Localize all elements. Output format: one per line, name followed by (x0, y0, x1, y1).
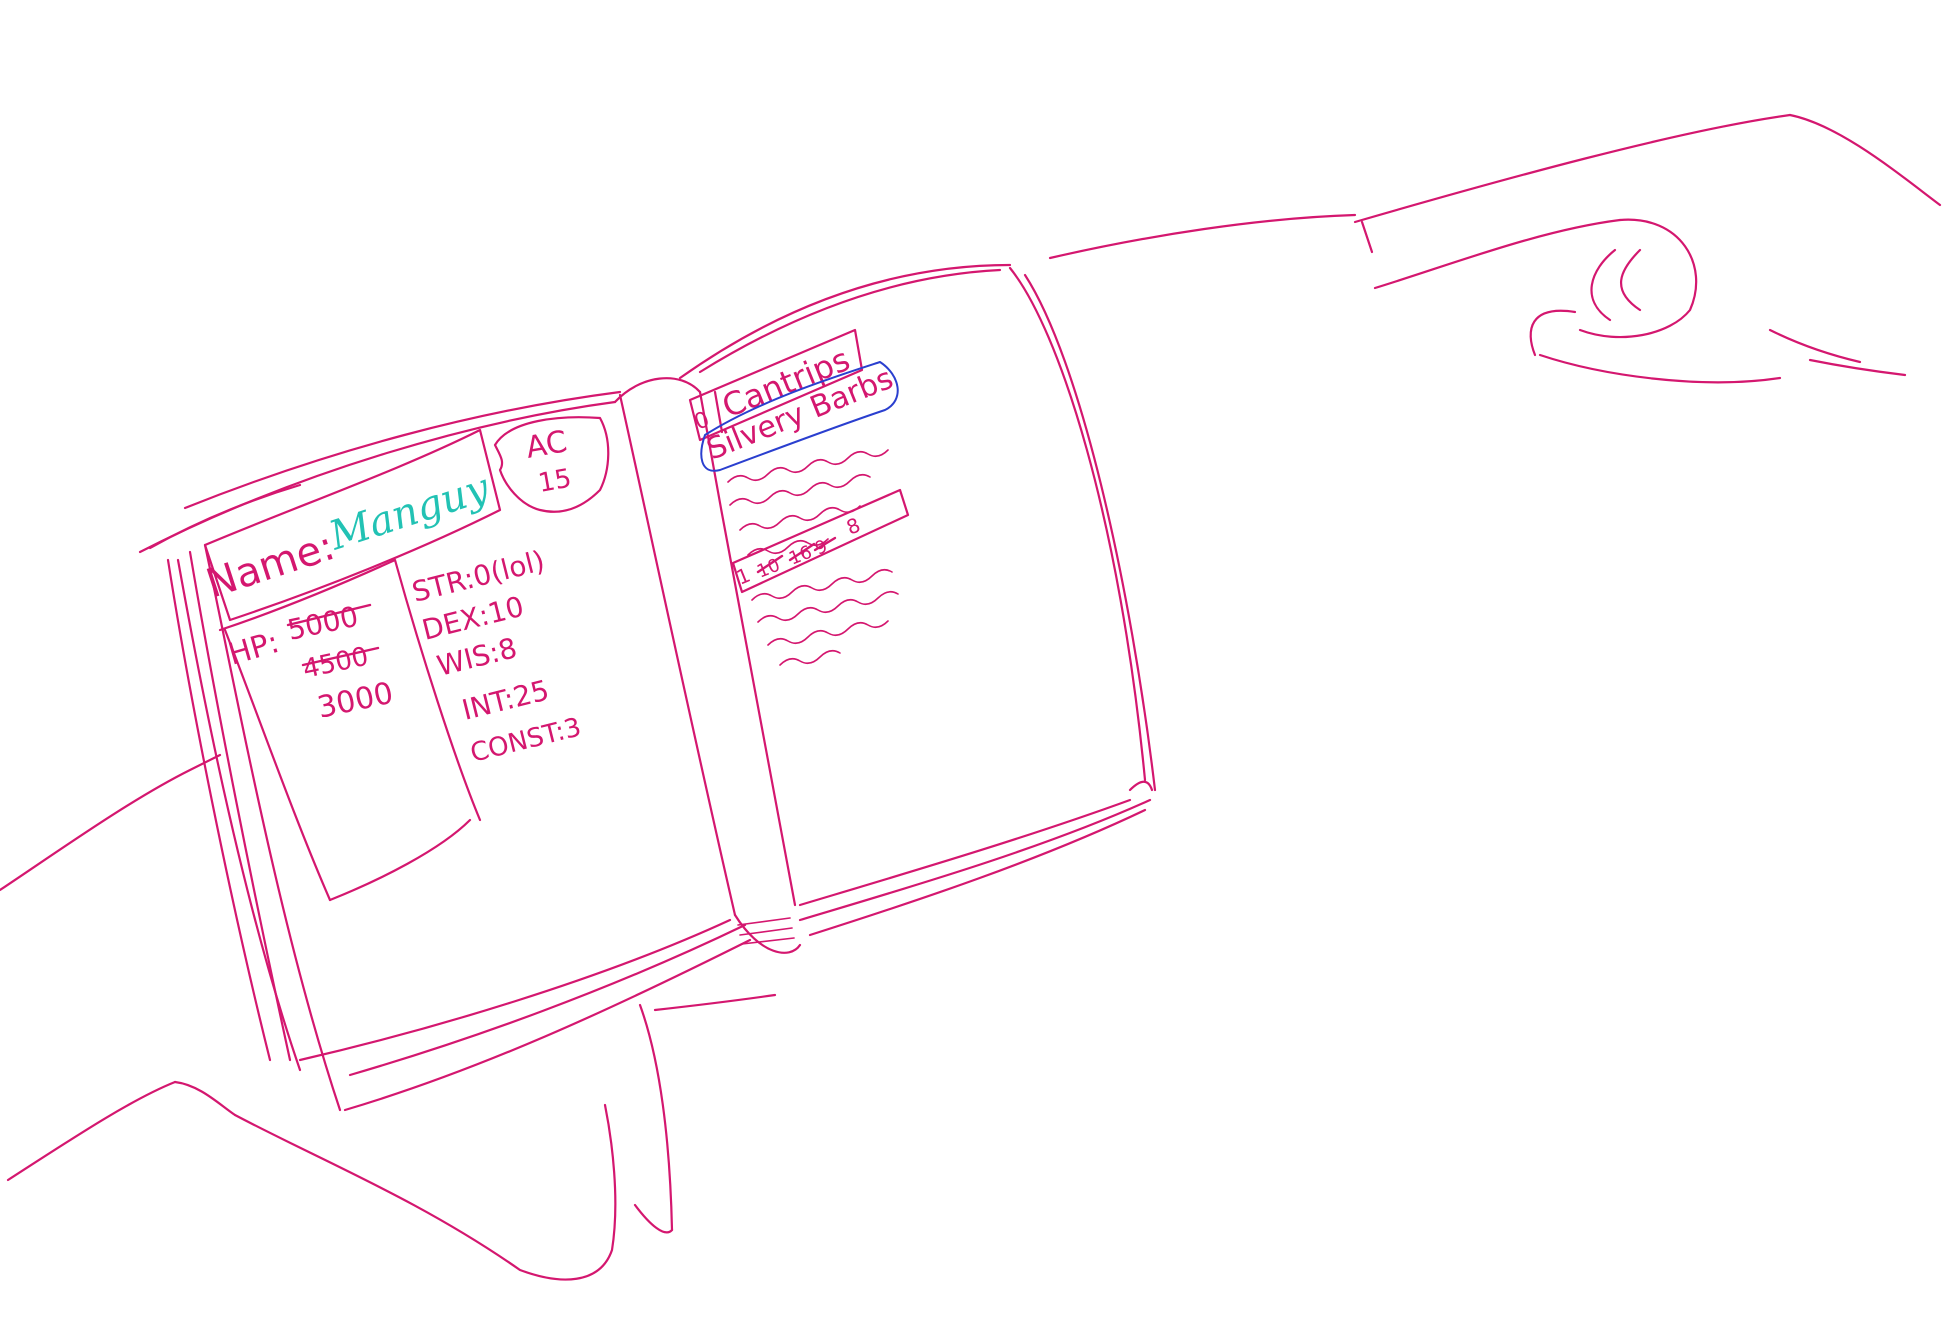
stat-int: INT:25 (459, 673, 553, 726)
stats-list: STR:0(lol) DEX:10 WIS:8 INT:25 CONST:3 (409, 544, 585, 769)
pointing-hand-icon (1048, 113, 1942, 384)
hp-current: 3000 (314, 676, 396, 726)
hp-label: HP: (225, 625, 283, 673)
armor-class-shield-icon: AC 15 (493, 416, 610, 513)
name-label: Name: (201, 523, 340, 607)
spellbook-icon (138, 263, 1157, 1112)
name-value: Manguy (323, 464, 496, 559)
slot-current: 8 (843, 513, 864, 540)
level-1-header: 1 10 16 9 8 (731, 488, 910, 666)
armor-class-label: AC (523, 424, 569, 466)
sketch-canvas: Name: Manguy AC 15 HP: 5000 4500 3000 ST… (0, 113, 1942, 1281)
holding-hand-icon (0, 753, 777, 1281)
armor-class-value: 15 (536, 464, 574, 499)
